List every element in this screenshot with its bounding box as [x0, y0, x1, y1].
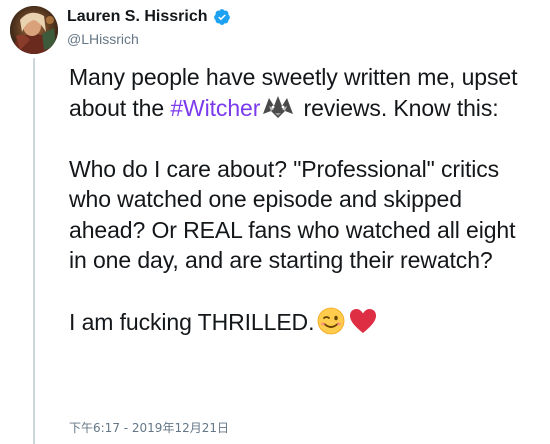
- paragraph-1: Many people have sweetly written me, ups…: [69, 62, 539, 123]
- para1-text-end: reviews. Know this:: [297, 94, 499, 121]
- paragraph-3: I am fucking THRILLED.: [69, 306, 539, 338]
- name-row: Lauren S. Hissrich: [67, 7, 231, 27]
- thread-line: [33, 58, 35, 444]
- witcher-wolf-medallion-icon: [261, 94, 295, 120]
- tweet-card: Lauren S. Hissrich @LHissrich Many peopl…: [0, 0, 550, 444]
- paragraph-2: Who do I care about? "Professional" crit…: [69, 155, 516, 274]
- user-handle[interactable]: @LHissrich: [67, 30, 139, 48]
- verified-badge-icon: [213, 8, 231, 26]
- winking-face-icon: [316, 306, 346, 336]
- hashtag-link[interactable]: #Witcher: [170, 95, 260, 121]
- para3-text: I am fucking THRILLED.: [69, 309, 315, 335]
- tweet-text: Many people have sweetly written me, ups…: [69, 62, 539, 338]
- avatar[interactable]: [10, 6, 58, 54]
- display-name[interactable]: Lauren S. Hissrich: [67, 7, 208, 27]
- red-heart-icon: [348, 306, 378, 336]
- tweet-timestamp[interactable]: 下午6:17 - 2019年12月21日: [69, 420, 229, 436]
- profile-photo-icon: [10, 6, 58, 54]
